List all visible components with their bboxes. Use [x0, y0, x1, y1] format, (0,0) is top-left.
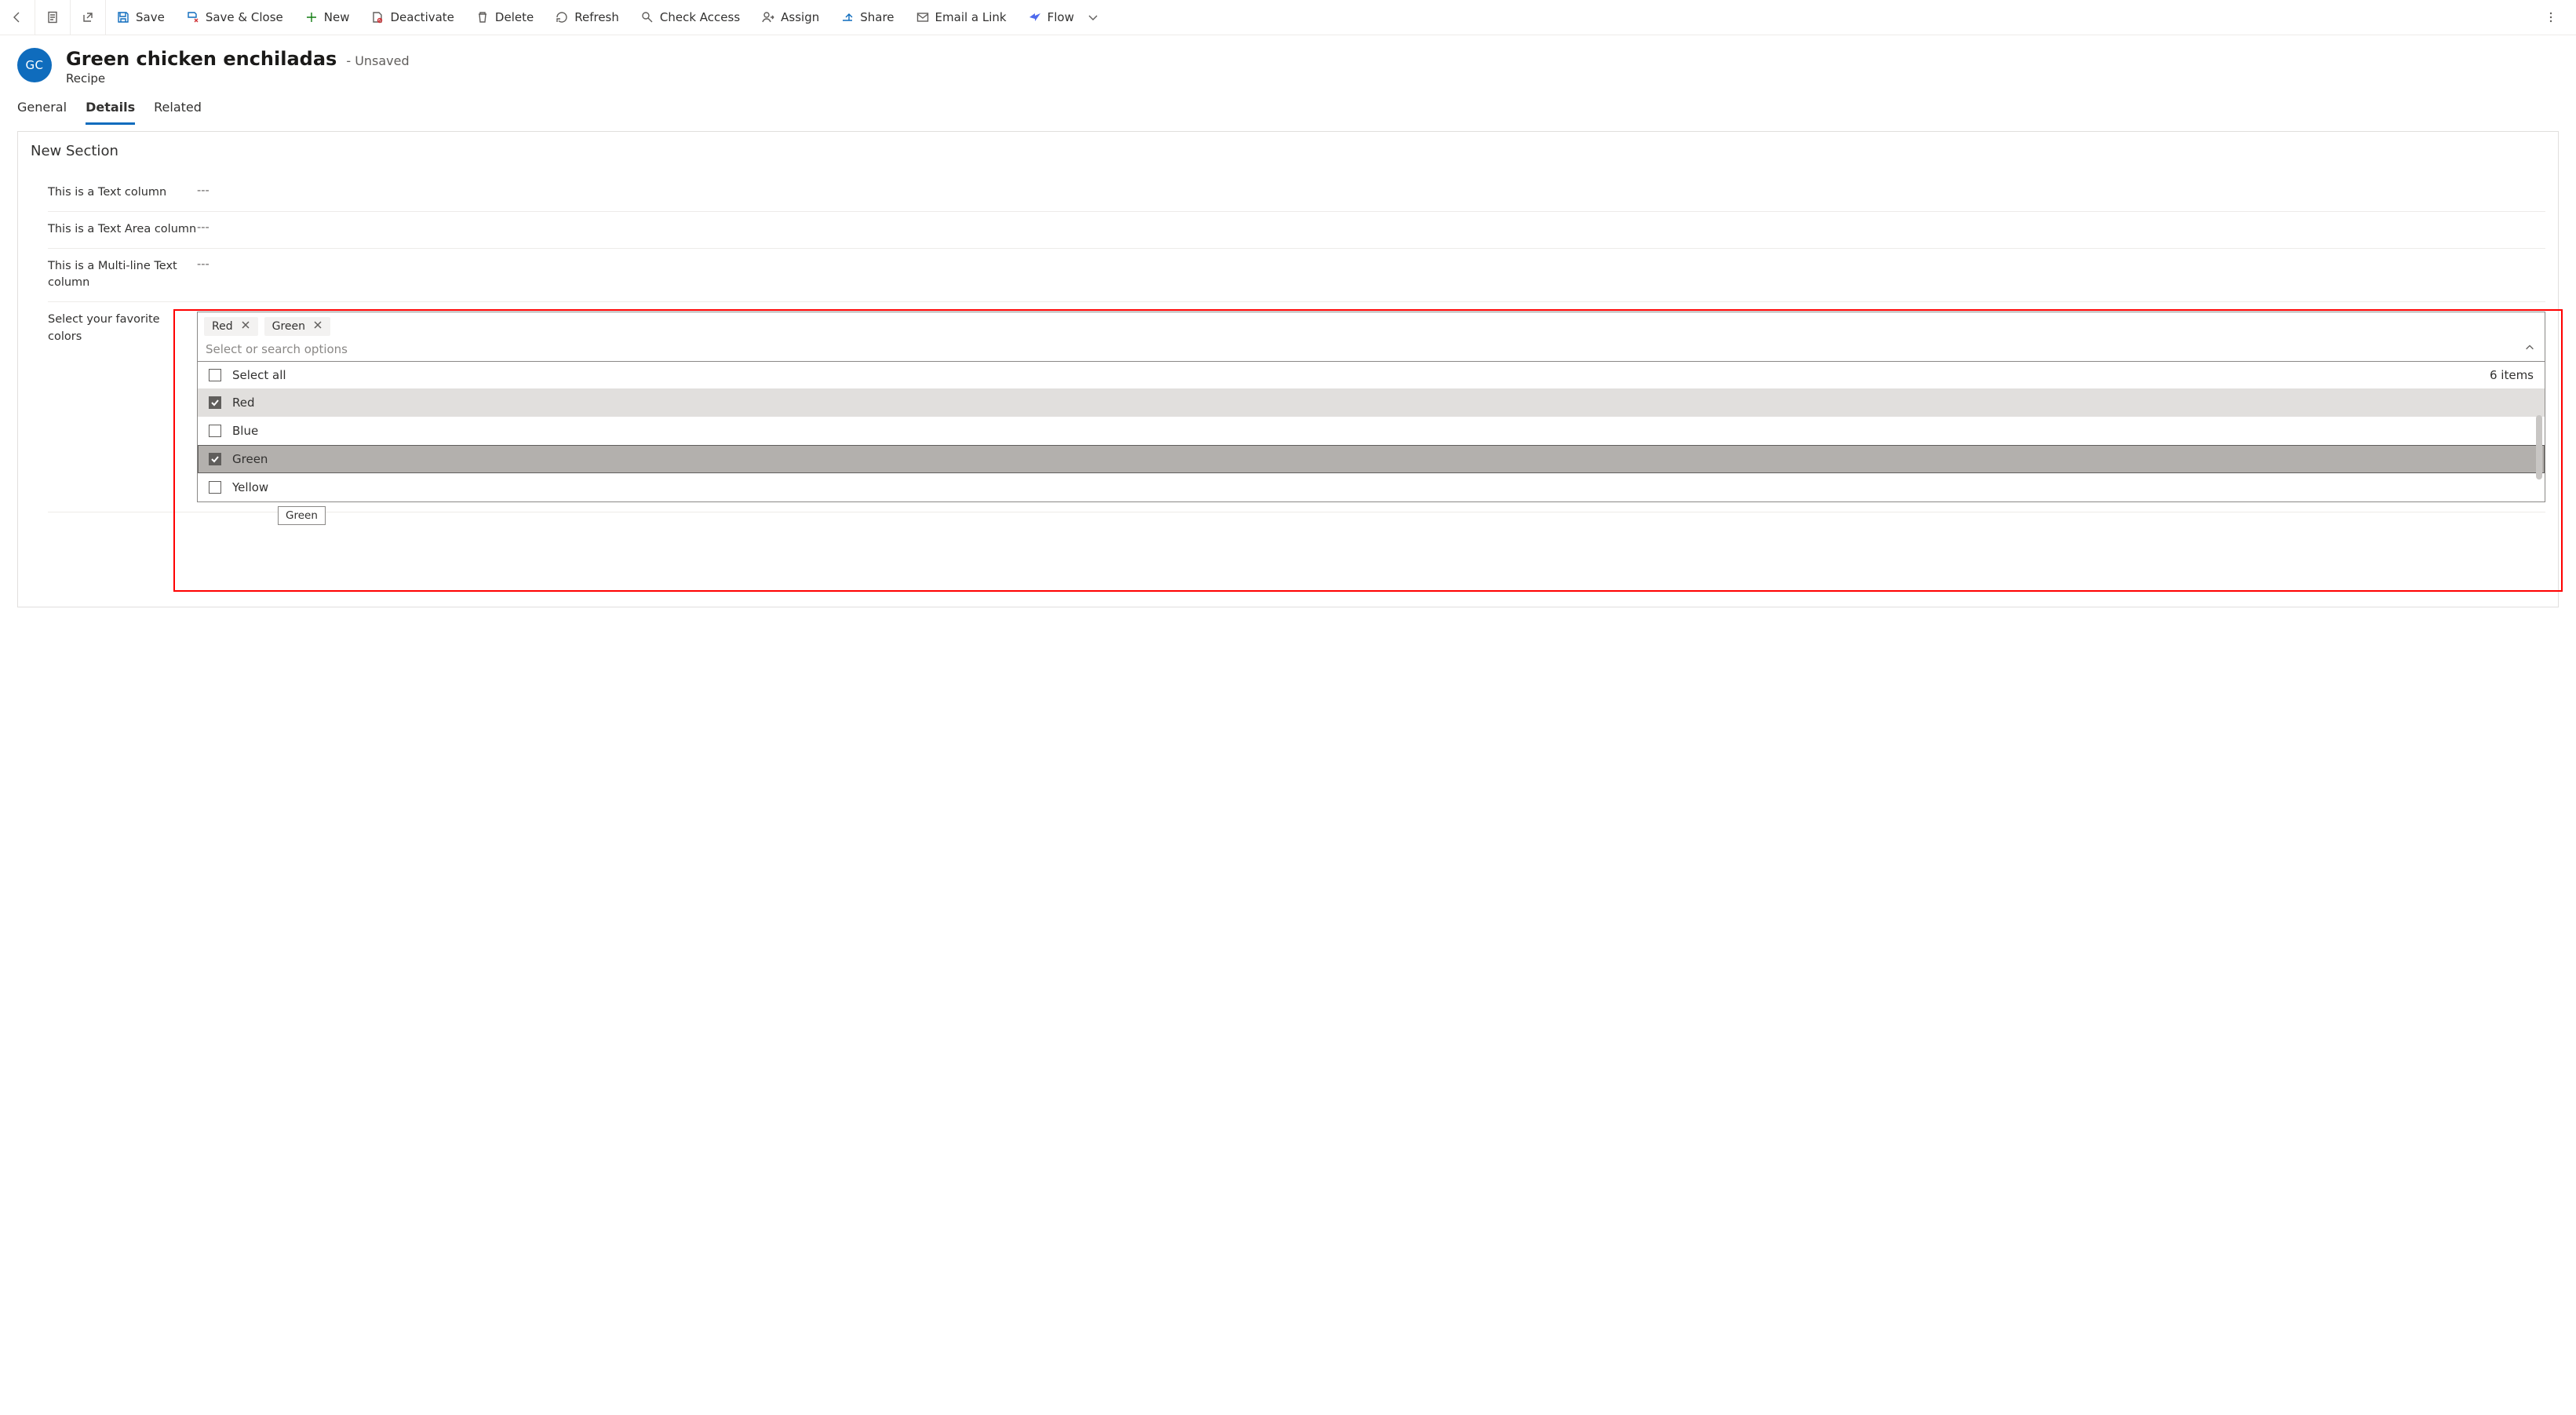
notes-button[interactable] — [35, 0, 71, 35]
new-button[interactable]: New — [294, 0, 361, 35]
avatar: GC — [17, 48, 52, 82]
checkbox-checked-icon — [209, 396, 221, 409]
section-title: New Section — [31, 143, 2545, 159]
overflow-button[interactable] — [2534, 0, 2568, 35]
option-label: Yellow — [232, 480, 268, 494]
checkbox-icon — [209, 481, 221, 494]
field-multiline-column: This is a Multi-line Text column --- — [48, 249, 2545, 303]
form-tabs: General Details Related — [0, 86, 2576, 125]
check-access-label: Check Access — [660, 10, 740, 24]
record-header: GC Green chicken enchiladas - Unsaved Re… — [0, 35, 2576, 86]
command-bar: Save Save & Close New Deactivate Delete … — [0, 0, 2576, 35]
field-label: Select your favorite colors — [48, 312, 197, 346]
tab-general[interactable]: General — [17, 100, 67, 125]
field-value[interactable]: --- — [197, 221, 210, 234]
checkbox-checked-icon — [209, 453, 221, 465]
tooltip: Green — [278, 506, 326, 525]
tab-related[interactable]: Related — [154, 100, 202, 125]
share-label: Share — [860, 10, 894, 24]
email-link-button[interactable]: Email a Link — [905, 0, 1018, 35]
back-button[interactable] — [0, 0, 35, 35]
flow-button[interactable]: Flow — [1018, 0, 1110, 35]
multiselect-placeholder: Select or search options — [206, 342, 348, 356]
chip-label: Green — [272, 320, 305, 333]
email-link-label: Email a Link — [935, 10, 1007, 24]
chip-remove-green[interactable] — [313, 320, 322, 333]
deactivate-label: Deactivate — [390, 10, 454, 24]
page-title: Green chicken enchiladas — [66, 48, 337, 70]
assign-label: Assign — [781, 10, 819, 24]
chip-remove-red[interactable] — [241, 320, 250, 333]
field-textarea-column: This is a Text Area column --- — [48, 212, 2545, 249]
field-value[interactable]: --- — [197, 184, 210, 197]
back-arrow-icon — [11, 11, 24, 24]
save-close-label: Save & Close — [206, 10, 283, 24]
save-label: Save — [136, 10, 165, 24]
scrollbar[interactable] — [2536, 415, 2542, 480]
refresh-button[interactable]: Refresh — [545, 0, 630, 35]
field-label: This is a Multi-line Text column — [48, 258, 197, 293]
form-panel: New Section This is a Text column --- Th… — [17, 131, 2559, 607]
share-icon — [841, 11, 854, 24]
refresh-label: Refresh — [574, 10, 619, 24]
field-value[interactable]: --- — [197, 258, 210, 271]
delete-button[interactable]: Delete — [465, 0, 545, 35]
field-text-column: This is a Text column --- — [48, 175, 2545, 212]
option-green[interactable]: Green — [198, 445, 2545, 473]
unsaved-badge: - Unsaved — [346, 53, 409, 68]
dropdown-header: Select all 6 items — [198, 362, 2545, 388]
entity-name: Recipe — [66, 71, 410, 86]
flow-label: Flow — [1048, 10, 1074, 24]
save-close-icon — [187, 11, 199, 24]
check-access-button[interactable]: Check Access — [630, 0, 751, 35]
select-all-label[interactable]: Select all — [232, 368, 286, 382]
checkbox-icon — [209, 425, 221, 437]
option-label: Green — [232, 452, 268, 466]
save-button[interactable]: Save — [106, 0, 176, 35]
multiselect-dropdown: Select all 6 items Red Blue Gr — [197, 362, 2545, 502]
assign-button[interactable]: Assign — [751, 0, 830, 35]
save-close-button[interactable]: Save & Close — [176, 0, 294, 35]
refresh-icon — [556, 11, 568, 24]
document-icon — [46, 11, 59, 24]
popout-icon — [82, 11, 94, 24]
multiselect-control[interactable]: Red Green Select or search options — [197, 312, 2545, 362]
field-label: This is a Text column — [48, 184, 197, 202]
more-vertical-icon — [2545, 11, 2557, 24]
delete-label: Delete — [495, 10, 534, 24]
popout-button[interactable] — [71, 0, 106, 35]
field-favorite-colors: Select your favorite colors Red Green — [48, 302, 2545, 512]
deactivate-button[interactable]: Deactivate — [360, 0, 465, 35]
option-red[interactable]: Red — [198, 388, 2545, 417]
mail-icon — [916, 11, 929, 24]
assign-icon — [762, 11, 774, 24]
option-label: Blue — [232, 424, 258, 438]
flow-icon — [1029, 11, 1041, 24]
option-blue[interactable]: Blue — [198, 417, 2545, 445]
chevron-down-icon — [1087, 11, 1099, 24]
trash-icon — [476, 11, 489, 24]
chevron-up-icon[interactable] — [2524, 342, 2535, 356]
dropdown-list: Red Blue Green Yellow Green — [198, 388, 2545, 501]
save-icon — [117, 11, 129, 24]
option-label: Red — [232, 396, 255, 410]
chip-red: Red — [204, 317, 258, 336]
field-label: This is a Text Area column — [48, 221, 197, 239]
new-label: New — [324, 10, 350, 24]
deactivate-icon — [371, 11, 384, 24]
chip-green: Green — [264, 317, 330, 336]
check-access-icon — [641, 11, 654, 24]
plus-icon — [305, 11, 318, 24]
select-all-checkbox[interactable] — [209, 369, 221, 381]
option-yellow[interactable]: Yellow Green — [198, 473, 2545, 501]
tab-details[interactable]: Details — [86, 100, 135, 125]
share-button[interactable]: Share — [830, 0, 905, 35]
item-count: 6 items — [2490, 368, 2534, 382]
chip-label: Red — [212, 320, 233, 333]
